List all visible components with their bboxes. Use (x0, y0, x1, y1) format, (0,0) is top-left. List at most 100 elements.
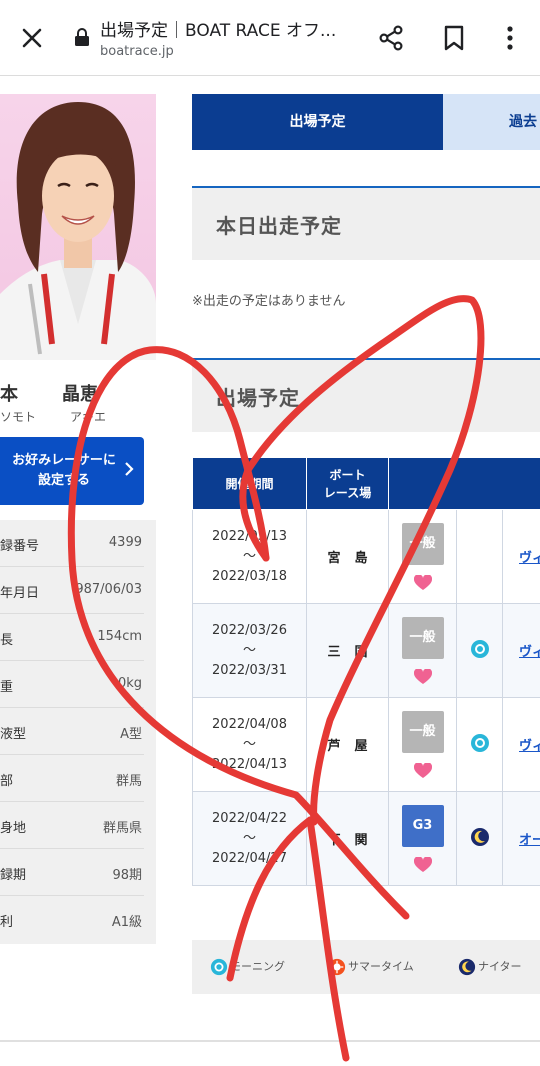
profile-value: 987/06/03 (75, 582, 142, 597)
period-cell: 2022/04/08 〜 2022/04/13 (192, 697, 307, 792)
schedule-section-header: 出場予定 (192, 358, 540, 432)
venue-cell: 三国 (306, 603, 389, 698)
profile-label: 利 (0, 915, 14, 930)
racer-last-name: 本 (0, 384, 18, 405)
end-date: 2022/03/18 (212, 568, 287, 584)
page-title: 出場予定｜BOAT RACE オフ... (100, 21, 337, 41)
heart-icon (413, 574, 432, 590)
profile-label: 録期 (0, 868, 27, 883)
grade-badge: 一般 (401, 616, 444, 659)
heart-icon (413, 668, 432, 684)
profile-label: 重 (0, 680, 14, 695)
chevron-right-icon (125, 462, 134, 476)
profile-label: 液型 (0, 727, 27, 742)
grade-cell: 一般 (388, 697, 457, 792)
tab-schedule[interactable]: 出場予定 (192, 94, 443, 150)
profile-row: 利 A1級 (0, 896, 144, 943)
profile-table: 録番号 4399 年月日 987/06/03 長 154cm 重 0kg 液型 … (0, 520, 156, 944)
col-period: 開催期間 (192, 457, 307, 510)
profile-value: 群馬県 (102, 821, 142, 836)
profile-value: 0kg (117, 676, 142, 691)
favorite-racer-label: お好みレーサーに設定する (12, 453, 116, 488)
heart-icon (413, 762, 432, 778)
time-icon-cell (456, 697, 503, 792)
date-separator: 〜 (242, 548, 256, 564)
start-date: 2022/04/22 (212, 810, 287, 826)
start-date: 2022/04/08 (212, 716, 287, 732)
venue-cell: 芦屋 (306, 697, 389, 792)
today-section-header: 本日出走予定 (192, 186, 540, 260)
bookmark-icon[interactable] (441, 24, 467, 52)
night-icon (470, 827, 489, 846)
profile-row: 録期 98期 (0, 849, 144, 896)
profile-value: 4399 (108, 535, 142, 550)
legend-morning: モーニング (210, 958, 285, 976)
bottom-divider (0, 1040, 540, 1042)
race-link[interactable]: ヴィ (501, 697, 540, 792)
period-cell: 2022/04/22 〜 2022/04/27 (192, 791, 307, 886)
date-separator: 〜 (242, 642, 256, 658)
period-cell: 2022/03/26 〜 2022/03/31 (192, 603, 307, 698)
col-venue-line2: レース場 (323, 485, 372, 500)
grade-badge: 一般 (401, 710, 444, 753)
profile-row: 身地 群馬県 (0, 802, 144, 849)
legend-bar: モーニング サマータイム ナイター (192, 940, 540, 994)
heart-icon (413, 856, 432, 872)
legend-summer: サマータイム (328, 958, 414, 976)
legend-morning-label: モーニング (230, 960, 285, 973)
period-cell: 2022/03/13 〜 2022/03/18 (192, 509, 307, 604)
time-icon-cell (456, 509, 503, 604)
profile-row: 長 154cm (0, 614, 144, 661)
legend-night-label: ナイター (478, 960, 522, 973)
favorite-racer-button[interactable]: お好みレーサーに設定する (0, 437, 144, 505)
venue-cell: 下関 (306, 791, 389, 886)
end-date: 2022/04/13 (212, 756, 287, 772)
profile-label: 録番号 (0, 539, 40, 554)
profile-row: 年月日 987/06/03 (0, 567, 144, 614)
profile-row: 重 0kg (0, 661, 144, 708)
no-race-note: ※出走の予定はありません (192, 294, 346, 309)
race-link[interactable]: ヴィ (501, 603, 540, 698)
profile-label: 部 (0, 774, 14, 789)
end-date: 2022/03/31 (212, 662, 287, 678)
tab-past[interactable]: 過去 (443, 94, 540, 150)
lock-icon (75, 28, 89, 46)
time-icon-cell (456, 791, 503, 886)
schedule-table: 開催期間 ボートレース場 2022/03/13 〜 2022/03/18 宮島 一般… (192, 457, 540, 886)
table-row: 2022/04/22 〜 2022/04/27 下関 G3 オー (192, 791, 540, 886)
table-header-row: 開催期間 ボートレース場 (192, 457, 540, 510)
summer-time-icon (328, 958, 346, 976)
profile-value: 群馬 (115, 774, 142, 789)
more-vert-icon[interactable] (498, 24, 522, 52)
browser-toolbar: 出場予定｜BOAT RACE オフ... boatrace.jp (0, 0, 540, 76)
grade-badge: G3 (401, 804, 444, 847)
venue-cell: 宮島 (306, 509, 389, 604)
start-date: 2022/03/13 (212, 528, 287, 544)
profile-value: 98期 (112, 868, 142, 883)
racer-name: 本 晶恵 ソモト アキエ (0, 372, 160, 432)
race-link[interactable]: オー (501, 791, 540, 886)
grade-cell: 一般 (388, 603, 457, 698)
profile-row: 液型 A型 (0, 708, 144, 755)
page-url[interactable]: boatrace.jp (100, 44, 174, 59)
profile-value: A1級 (111, 915, 142, 930)
close-icon[interactable] (18, 24, 46, 52)
date-separator: 〜 (242, 830, 256, 846)
share-icon[interactable] (377, 24, 405, 52)
racer-first-name: 晶恵 (62, 384, 98, 405)
schedule-tabs: 出場予定 過去 (192, 94, 540, 150)
race-link[interactable]: ヴィ (501, 509, 540, 604)
morning-icon (470, 733, 489, 752)
col-venue-line1: ボート (329, 467, 366, 482)
racer-first-name-kana: アキエ (70, 410, 107, 424)
time-icon-cell (456, 603, 503, 698)
table-row: 2022/03/26 〜 2022/03/31 三国 一般 ヴィ (192, 603, 540, 698)
profile-label: 長 (0, 633, 14, 648)
racer-photo (0, 94, 156, 360)
racer-last-name-kana: ソモト (0, 410, 37, 424)
grade-badge: 一般 (401, 522, 444, 565)
profile-row: 録番号 4399 (0, 520, 144, 567)
grade-cell: 一般 (388, 509, 457, 604)
profile-label: 年月日 (0, 586, 40, 601)
morning-icon (210, 958, 228, 976)
